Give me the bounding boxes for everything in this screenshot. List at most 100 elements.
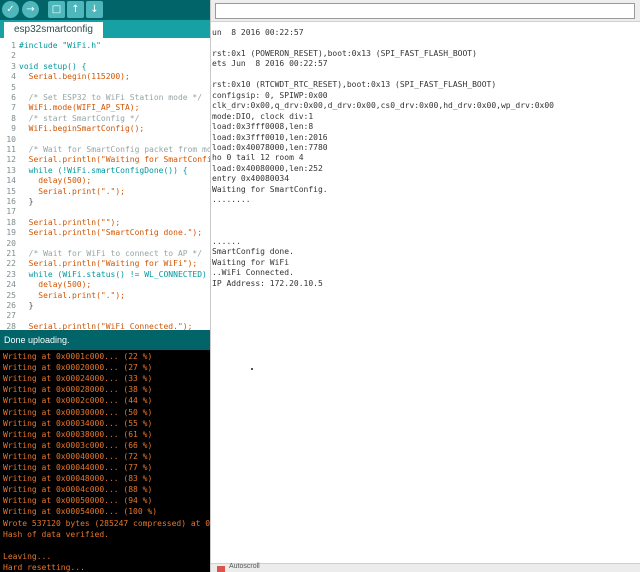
console-line: Writing at 0x0001c000... (22 %)	[3, 352, 153, 361]
serial-line: load:0x40078000,len:7780	[212, 142, 328, 152]
line-number: 6	[11, 93, 16, 102]
save-icon[interactable]: ↓	[86, 1, 103, 18]
code-line: Serial.print(".");	[19, 290, 125, 300]
code-line: /* start SmartConfig */	[19, 113, 140, 123]
console-line: Writing at 0x00034000... (55 %)	[3, 418, 153, 428]
console-line: Writing at 0x00048000... (83 %)	[3, 474, 153, 484]
line-number: 2	[11, 51, 16, 61]
line-number: 18	[6, 217, 16, 227]
serial-line: ......	[212, 237, 241, 246]
code-line: Serial.begin(115200);	[19, 72, 130, 82]
console-line: Writing at 0x0002c000... (44 %)	[3, 396, 153, 406]
serial-monitor-window: un 8 2016 00:22:57 rst:0x1 (POWERON_RESET…	[210, 0, 640, 572]
line-number: 10	[6, 134, 16, 144]
line-number: 3	[11, 61, 16, 71]
serial-line: Waiting for SmartConfig.	[212, 184, 328, 194]
line-number: 8	[11, 113, 16, 123]
console-line: Writing at 0x00050000... (94 %)	[3, 496, 153, 506]
console-line: Writing at 0x00024000... (33 %)	[3, 374, 153, 384]
serial-line: rst:0x10 (RTCWDT_RTC_RESET),boot:0x13 (S…	[212, 80, 497, 90]
code-line: while (!WiFi.smartConfigDone()) {	[19, 165, 188, 175]
code-line: /* Set ESP32 to WiFi Station mode */	[19, 93, 203, 102]
console-line: Hard resetting...	[3, 562, 85, 572]
code-line: Serial.print(".");	[19, 186, 125, 196]
monitor-bottom-bar: Autoscroll	[211, 563, 640, 572]
code-line: Serial.println("Waiting for WiFi");	[19, 259, 198, 269]
line-number: 19	[6, 228, 16, 238]
console-line: Writing at 0x00028000... (38 %)	[3, 385, 153, 395]
code-line: /* Wait for WiFi to connect to AP */	[19, 249, 203, 258]
serial-line: ets Jun 8 2016 00:22:57	[212, 59, 328, 69]
serial-line: ho 0 tail 12 room 4	[212, 153, 304, 163]
upload-icon[interactable]: →	[22, 1, 39, 18]
serial-line: ........	[212, 195, 251, 205]
code-line: Serial.println("WiFi Connected.");	[19, 321, 193, 330]
serial-line: SmartConfig done.	[212, 247, 294, 257]
line-number: 11	[6, 145, 16, 154]
verify-icon[interactable]: ✓	[2, 1, 19, 18]
line-number: 9	[11, 124, 16, 134]
line-number: 27	[6, 311, 16, 321]
console-line: Writing at 0x00044000... (77 %)	[3, 463, 153, 472]
line-number: 15	[6, 186, 16, 196]
line-number: 20	[6, 238, 16, 248]
serial-line: clk_drv:0x00,q_drv:0x00,d_drv:0x00,cs0_d…	[212, 101, 554, 111]
new-icon[interactable]: □	[48, 1, 65, 18]
console-line: Hash of data verified.	[3, 529, 109, 539]
code-line: }	[19, 301, 34, 310]
console-line: Writing at 0x0004c000... (88 %)	[3, 485, 153, 495]
serial-line: load:0x40080000,len:252	[212, 163, 323, 173]
console-line: Writing at 0x00038000... (61 %)	[3, 429, 153, 439]
line-number: 12	[6, 155, 16, 165]
line-number: 25	[6, 290, 16, 300]
serial-line: un 8 2016 00:22:57	[212, 28, 304, 37]
autoscroll-checkbox[interactable]	[217, 566, 225, 572]
code-line: WiFi.mode(WIFI_AP_STA);	[19, 103, 140, 113]
code-line: Serial.println("SmartConfig done.");	[19, 228, 203, 238]
serial-line: Waiting for WiFi	[212, 257, 290, 267]
line-number: 4	[11, 72, 16, 82]
tab-esp32smartconfig[interactable]: esp32smartconfig	[4, 22, 103, 38]
line-number: 14	[6, 176, 16, 186]
autoscroll-label: Autoscroll	[229, 563, 260, 570]
line-number: 23	[6, 269, 16, 279]
code-line: delay(500);	[19, 176, 92, 186]
line-number-gutter: 1 2 3 4 5 6 7 8 9 10 11 12 13 14 15 16 17 18 19 20 21 22 23 24 2…	[0, 38, 18, 330]
code-line: /* Wait for SmartConfig packet from mobi…	[28, 145, 210, 154]
serial-line: ..WiFi Connected.	[212, 268, 294, 278]
console-line: Writing at 0x00054000... (100 %)	[3, 507, 158, 517]
console-line: Wrote 537120 bytes (285247 compressed) a…	[3, 518, 210, 528]
arduino-ide-window: ✓ → □ ↑ ↓ esp32smartconfig 1 2 3 4 5 6 7 8 9 10 11…	[0, 0, 210, 572]
code-line: WiFi.beginSmartConfig();	[19, 124, 145, 134]
send-row	[211, 0, 640, 22]
code-line: }	[19, 197, 34, 206]
code-line: while (WiFi.status() != WL_CONNECTED) {	[19, 269, 210, 279]
console-line: Writing at 0x0003c000... (66 %)	[3, 440, 153, 450]
line-number: 16	[6, 197, 16, 206]
code-line: #include "WiFi.h"	[19, 41, 101, 50]
open-icon[interactable]: ↑	[67, 1, 84, 18]
serial-line: rst:0x1 (POWERON_RESET),boot:0x13 (SPI_F…	[212, 48, 477, 58]
console-line: Writing at 0x00040000... (72 %)	[3, 451, 153, 461]
code-line: void setup() {	[19, 61, 87, 71]
build-console[interactable]: Writing at 0x0001c000... (22 %) Writing a…	[0, 350, 210, 572]
status-bar: Done uploading.	[0, 330, 210, 350]
cursor-dot	[251, 368, 253, 370]
ide-toolbar: ✓ → □ ↑ ↓	[0, 0, 210, 20]
serial-send-input[interactable]	[215, 3, 635, 19]
serial-line: entry 0x40080034	[212, 174, 290, 184]
console-line: Leaving...	[3, 551, 52, 561]
line-number: 24	[6, 280, 16, 290]
line-number: 28	[6, 321, 16, 330]
console-line: Writing at 0x00020000... (27 %)	[3, 363, 153, 373]
serial-line: load:0x3fff0008,len:8	[212, 122, 314, 132]
console-line: Writing at 0x00030000... (50 %)	[3, 407, 153, 417]
code-editor[interactable]: 1 2 3 4 5 6 7 8 9 10 11 12 13 14 15 16 17 18 19 20 21 22 23 24 2…	[0, 38, 210, 330]
line-number: 22	[6, 259, 16, 269]
serial-line: load:0x3fff0010,len:2016	[212, 132, 328, 142]
serial-line: mode:DIO, clock div:1	[212, 111, 314, 121]
code-line: Serial.println("Waiting for SmartConfig.…	[28, 155, 210, 165]
line-number: 5	[11, 82, 16, 92]
sketch-tabbar: esp32smartconfig	[0, 20, 210, 38]
line-number: 1	[11, 41, 16, 50]
